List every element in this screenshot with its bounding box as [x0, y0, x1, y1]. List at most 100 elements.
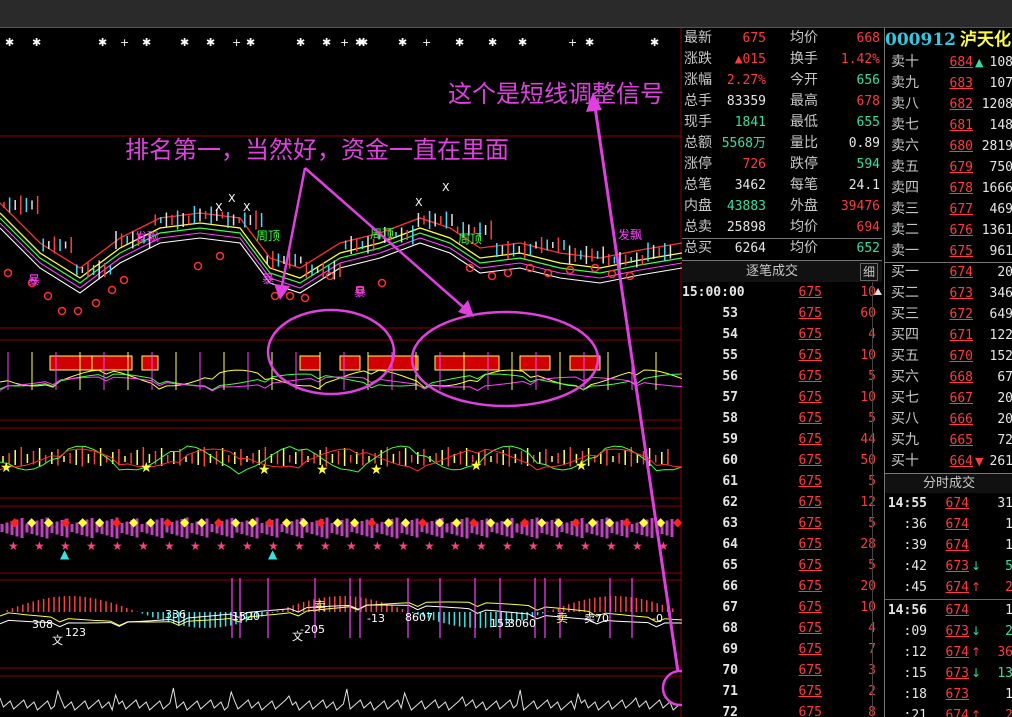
level-volume: 72	[997, 433, 1012, 448]
tick-time: 63	[722, 516, 738, 531]
level-volume: 148	[989, 118, 1012, 133]
bid-row[interactable]: 买十 664 ▼ 261	[885, 451, 1012, 472]
minute-arrow-icon: ↓	[971, 624, 982, 638]
star-icon: ★	[8, 539, 19, 553]
diamond-icon: ◆	[231, 515, 241, 529]
signal-star: +	[568, 36, 577, 49]
diamond-icon: ◆	[282, 515, 292, 529]
tick-row: 54 675 4	[682, 324, 882, 345]
tick-volume: 7	[868, 642, 876, 657]
ask-row[interactable]: 卖九 683 107	[885, 73, 1012, 94]
minute-volume: 36	[997, 645, 1012, 660]
scrollbar[interactable]	[872, 282, 882, 717]
tick-time: 65	[722, 558, 738, 573]
bid-row[interactable]: 买八 666 20	[885, 409, 1012, 430]
minute-header: 分时成交	[884, 473, 1012, 493]
x-mark: X	[228, 192, 236, 205]
minute-time: 14:55	[887, 496, 927, 511]
triangle-icon: ▲	[268, 547, 278, 561]
tick-time: 71	[722, 684, 738, 699]
ask-row[interactable]: 卖一 675 961	[885, 241, 1012, 262]
level-label: 买六	[891, 369, 919, 385]
tick-row: 61 675 5	[682, 471, 882, 492]
minute-arrow-icon: ↑	[971, 708, 982, 717]
quote-row: 最新 675 均价 668	[682, 28, 882, 49]
tick-volume: 2	[868, 684, 876, 699]
quote-value: 83359	[726, 94, 766, 109]
signal-star: +	[422, 36, 431, 49]
tick-time: 61	[722, 474, 738, 489]
bid-row[interactable]: 买三 672 649	[885, 304, 1012, 325]
value-label: 308	[32, 618, 53, 631]
tick-row: 62 675 12	[682, 492, 882, 513]
diamond-icon: ◆	[452, 515, 462, 529]
minute-price: 674	[945, 538, 969, 553]
level-label: 卖二	[891, 222, 919, 238]
bid-row[interactable]: 买五 670 152	[885, 346, 1012, 367]
ask-row[interactable]: 卖二 676 1361	[885, 220, 1012, 241]
minute-row: :18 673 1	[885, 684, 1012, 705]
bid-row[interactable]: 买九 665 72	[885, 430, 1012, 451]
tick-row: 72 675 8	[682, 702, 882, 717]
ask-row[interactable]: 卖四 678 1666	[885, 178, 1012, 199]
ticks-list[interactable]: 15:00:00 675 10 53 675 60 54 675 4 55 675 10 56 675 5 5…	[682, 282, 882, 717]
x-mark: X	[442, 181, 450, 194]
signal-star: ✱	[455, 36, 464, 49]
diamond-icon: ◆	[554, 515, 564, 529]
tick-price: 675	[798, 285, 822, 300]
value-label: 8607	[405, 611, 433, 624]
ticks-title: 逐笔成交	[745, 264, 798, 279]
signal-circle	[43, 291, 53, 301]
bid-row[interactable]: 买二 673 346	[885, 283, 1012, 304]
quote-value: 652	[856, 241, 880, 256]
tick-row: 70 675 3	[682, 660, 882, 681]
quote-value: 0.89	[848, 136, 880, 151]
bid-row[interactable]: 买一 674 20	[885, 262, 1012, 283]
level-label: 卖六	[891, 138, 919, 154]
ask-row[interactable]: 卖五 679 750	[885, 157, 1012, 178]
fa-piao-label: 发飘	[135, 229, 159, 244]
level-price: 665	[949, 433, 973, 448]
quote-row: 总笔 3462 每笔 24.1	[682, 175, 882, 196]
detail-button[interactable]: 细	[860, 263, 878, 281]
minute-row: 14:55 674 31	[885, 493, 1012, 514]
minute-row: :42 673 ↓ 5	[885, 556, 1012, 577]
ask-row[interactable]: 卖六 680 2819	[885, 136, 1012, 157]
bid-row[interactable]: 买六 668 67	[885, 367, 1012, 388]
tick-time: 66	[722, 579, 738, 594]
minute-volume: 2	[1005, 624, 1012, 639]
tick-volume: 28	[860, 537, 876, 552]
ask-row[interactable]: 卖八 682 1208	[885, 94, 1012, 115]
ask-row[interactable]: 卖三 677 469	[885, 199, 1012, 220]
tick-time: 68	[722, 621, 738, 636]
star-icon: ★	[164, 539, 175, 553]
signal-banner	[519, 355, 551, 371]
ask-row[interactable]: 卖十 684 ▲ 108	[885, 52, 1012, 73]
tick-price: 675	[798, 432, 822, 447]
diamond-icon: ◆	[180, 515, 190, 529]
star-icon: ★	[0, 460, 13, 476]
quote-value: 678	[856, 94, 880, 109]
bid-row[interactable]: 买四 671 122	[885, 325, 1012, 346]
mai-label: 卖	[314, 599, 326, 613]
tick-time: 72	[722, 705, 738, 717]
signal-star: ✱	[398, 36, 407, 49]
scroll-up-icon[interactable]	[873, 285, 883, 297]
tick-row: 65 675 5	[682, 555, 882, 576]
ask-row[interactable]: 卖七 681 148	[885, 115, 1012, 136]
diamond-icon: ◆	[299, 515, 309, 529]
minute-price: 674	[945, 580, 969, 595]
quote-value: 2.27%	[726, 73, 766, 88]
signal-circle	[73, 306, 83, 316]
level-volume: 152	[989, 349, 1012, 364]
signal-circle	[607, 269, 617, 279]
diamond-icon: ◆	[248, 515, 258, 529]
signal-star: +	[340, 36, 349, 49]
quote-label: 均价	[790, 30, 818, 46]
value-label: 1520	[232, 610, 260, 623]
value-label: 3060	[508, 617, 536, 630]
level-volume: 1208	[981, 97, 1012, 112]
minute-list[interactable]: 14:55 674 31:36 674 1:39 674 1:42 673 ↓ 5:45 674 ↑ 2…	[884, 493, 1012, 717]
bid-row[interactable]: 买七 667 20	[885, 388, 1012, 409]
diamond-icon: ◆	[639, 515, 649, 529]
